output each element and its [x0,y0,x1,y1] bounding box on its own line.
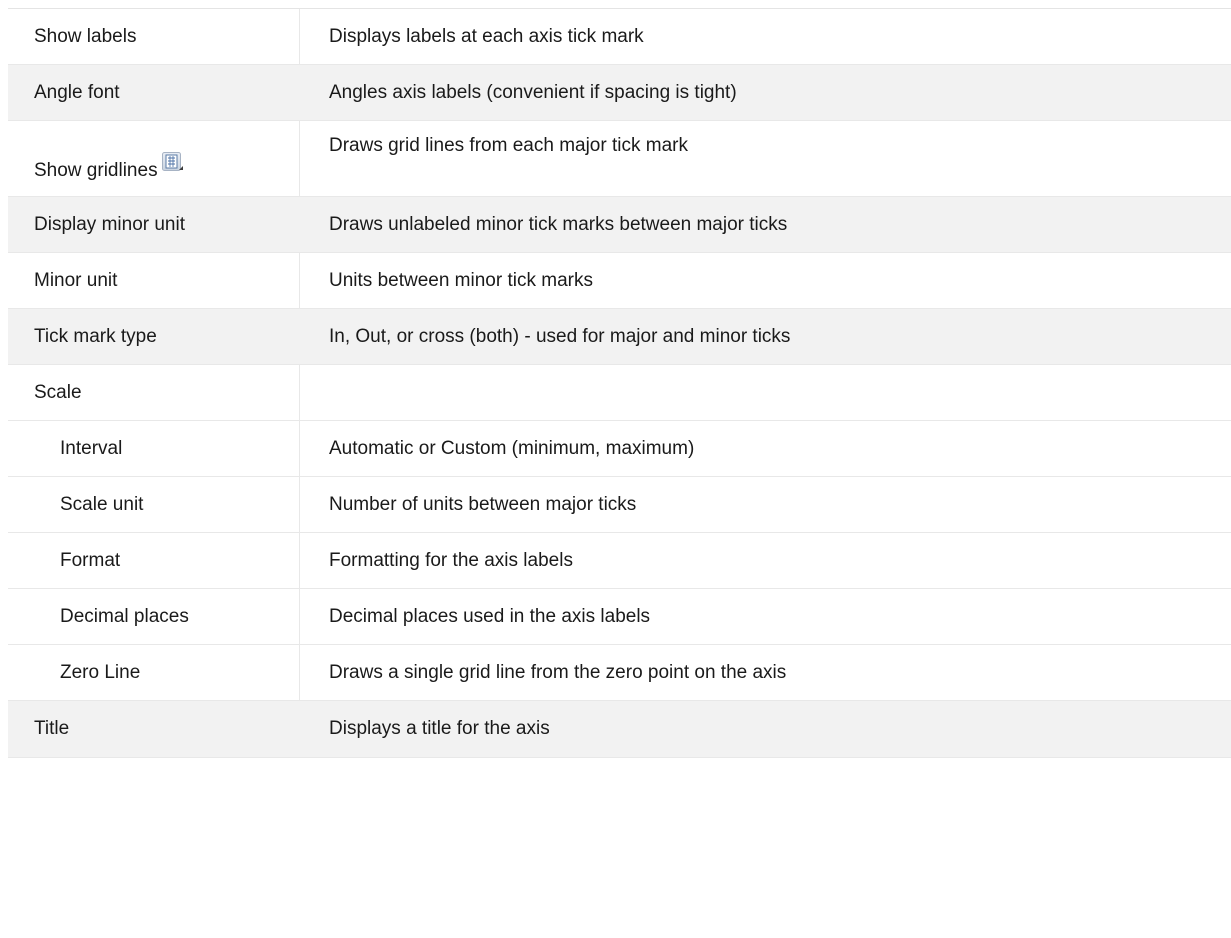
property-name: Format [8,533,300,588]
property-description [300,365,1231,420]
table-row: Show labels Displays labels at each axis… [8,9,1231,65]
property-description: Decimal places used in the axis labels [329,605,651,627]
property-description: Formatting for the axis labels [329,549,573,571]
gridlines-icon [161,152,184,174]
property-description: Number of units between major ticks [329,493,637,515]
property-name: Display minor unit [8,197,300,252]
property-description: Automatic or Custom (minimum, maximum) [329,437,695,459]
table-row: Tick mark type In, Out, or cross (both) … [8,309,1231,365]
property-description: Displays labels at each axis tick mark [329,25,644,47]
property-name: Minor unit [8,253,300,308]
table-row: Scale [8,365,1231,421]
table-row: Title Displays a title for the axis [8,701,1231,758]
property-name: Show labels [8,9,300,64]
table-row: Zero Line Draws a single grid line from … [8,645,1231,701]
property-name: Scale [8,365,300,420]
property-description: Displays a title for the axis [329,718,550,739]
property-name: Interval [8,421,300,476]
table-row: Show gridlines Draws grid lines from eac… [8,121,1231,197]
property-description: Angles axis labels (convenient if spacin… [329,81,737,103]
property-description: Draws a single grid line from the zero p… [329,661,787,683]
axis-properties-table: Show labels Displays labels at each axis… [8,8,1231,758]
property-name: Angle font [8,65,300,120]
property-name: Show gridlines [34,160,158,181]
property-name: Scale unit [8,477,300,532]
property-name: Decimal places [8,589,300,644]
property-name: Tick mark type [8,309,300,364]
table-row: Display minor unit Draws unlabeled minor… [8,197,1231,253]
property-description: In, Out, or cross (both) - used for majo… [329,325,791,347]
table-row: Interval Automatic or Custom (minimum, m… [8,421,1231,477]
property-name-cell: Show gridlines [8,121,300,196]
table-row: Decimal places Decimal places used in th… [8,589,1231,645]
property-description: Units between minor tick marks [329,269,593,291]
table-row: Format Formatting for the axis labels [8,533,1231,589]
property-description: Draws grid lines from each major tick ma… [329,135,688,156]
table-row: Scale unit Number of units between major… [8,477,1231,533]
table-row: Minor unit Units between minor tick mark… [8,253,1231,309]
property-name: Zero Line [8,645,300,700]
table-row: Angle font Angles axis labels (convenien… [8,65,1231,121]
property-description: Draws unlabeled minor tick marks between… [329,213,788,235]
property-name: Title [8,701,300,757]
